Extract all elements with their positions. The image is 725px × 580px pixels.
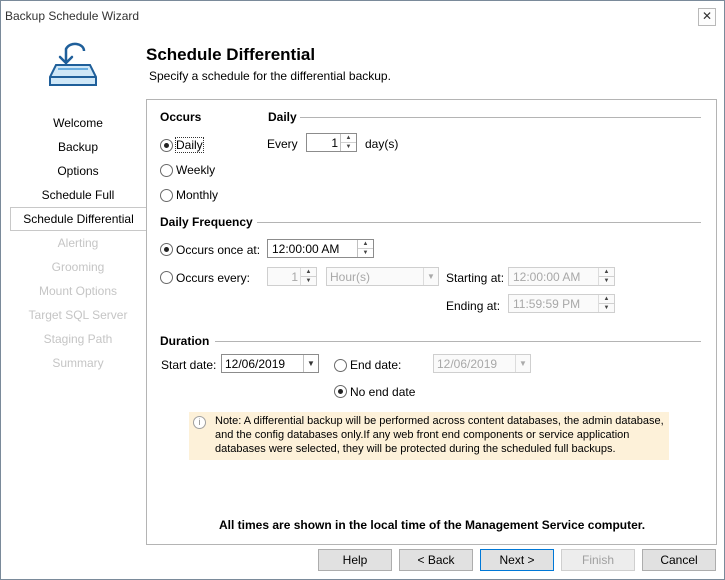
days-unit-label: day(s) (365, 137, 399, 151)
start-date-picker[interactable]: 12/06/2019 ▼ (221, 354, 319, 373)
occurs-once-time-spinner: ▲ ▼ (357, 240, 373, 257)
occurs-daily-radio[interactable] (160, 139, 173, 152)
starting-at-value: 12:00:00 AM (513, 270, 581, 284)
daily-divider (300, 117, 701, 118)
occurs-every-radio[interactable] (160, 271, 173, 284)
nav-item-alerting: Alerting (57, 236, 99, 250)
back-button[interactable]: < Back (399, 549, 473, 571)
duration-divider (215, 341, 701, 342)
finish-button: Finish (561, 549, 635, 571)
occurs-once-time-value: 12:00:00 AM (272, 242, 340, 256)
nav-item-summary: Summary (52, 356, 104, 370)
frequency-divider (257, 222, 701, 223)
ending-at-spinner: ▲ ▼ (598, 295, 614, 312)
occurs-once-time[interactable]: 12:00:00 AM ▲ ▼ (267, 239, 374, 258)
nav-item-options[interactable]: Options (10, 159, 146, 183)
occurs-once-radio[interactable] (160, 243, 173, 256)
starting-at-time[interactable]: 12:00:00 AM ▲ ▼ (508, 267, 615, 286)
finish-button-label: Finish (581, 553, 614, 567)
ending-at-time[interactable]: 11:59:59 PM ▲ ▼ (508, 294, 615, 313)
occurs-every-label[interactable]: Occurs every: (176, 271, 250, 285)
chevron-down-icon[interactable]: ▼ (303, 355, 318, 372)
nav-item-welcome[interactable]: Welcome (10, 111, 146, 135)
start-date-value: 12/06/2019 (225, 357, 286, 371)
wizard-steps-nav: Welcome Backup Options Schedule Full Sch… (10, 111, 146, 375)
help-button-label: Help (342, 553, 368, 567)
end-date-value: 12/06/2019 (437, 357, 498, 371)
end-date-picker[interactable]: 12/06/2019 ▼ (433, 354, 531, 373)
cancel-button[interactable]: Cancel (642, 549, 716, 571)
occurs-every-value: 1 (291, 270, 298, 284)
note-text: Note: A differential backup will be perf… (215, 415, 664, 455)
daily-frequency-section-title: Daily Frequency (160, 215, 253, 229)
spin-up-icon[interactable]: ▲ (599, 268, 614, 277)
spin-down-icon[interactable]: ▼ (599, 304, 614, 312)
every-days-spinner-buttons: ▲ ▼ (340, 134, 356, 151)
nav-item-mount-options: Mount Options (38, 284, 118, 298)
info-icon: i (193, 416, 206, 429)
chevron-down-icon[interactable]: ▼ (423, 268, 438, 285)
occurs-every-unit-select[interactable]: Hour(s) ▼ (326, 267, 439, 286)
nav-item-schedule-differential[interactable]: Schedule Differential (10, 207, 146, 231)
occurs-section-title: Occurs (160, 110, 202, 124)
spin-down-icon[interactable]: ▼ (599, 277, 614, 285)
time-zone-note: All times are shown in the local time of… (219, 518, 646, 532)
schedule-panel: Occurs Daily Weekly Monthly Daily Every … (146, 99, 717, 545)
spin-down-icon[interactable]: ▼ (358, 249, 373, 257)
end-date-label[interactable]: End date: (350, 358, 401, 372)
spin-up-icon[interactable]: ▲ (599, 295, 614, 304)
spin-up-icon[interactable]: ▲ (301, 268, 316, 277)
cancel-button-label: Cancel (660, 553, 698, 567)
page-subtitle: Specify a schedule for the differential … (149, 69, 391, 83)
nav-item-staging-path: Staging Path (43, 332, 113, 346)
window-title: Backup Schedule Wizard (5, 9, 140, 23)
occurs-monthly-label[interactable]: Monthly (176, 188, 218, 202)
start-date-label: Start date: (161, 358, 217, 372)
starting-at-spinner: ▲ ▼ (598, 268, 614, 285)
wizard-window: Backup Schedule Wizard ✕ Schedule Differ… (0, 0, 725, 580)
occurs-every-spinner-buttons: ▲ ▼ (300, 268, 316, 285)
next-button[interactable]: Next > (480, 549, 554, 571)
note-box: i Note: A differential backup will be pe… (189, 412, 669, 460)
close-button[interactable]: ✕ (698, 8, 716, 26)
daily-section-title: Daily (268, 110, 297, 124)
spin-up-icon[interactable]: ▲ (358, 240, 373, 249)
occurs-once-label[interactable]: Occurs once at: (176, 243, 260, 257)
nav-item-grooming: Grooming (51, 260, 105, 274)
chevron-down-icon[interactable]: ▼ (515, 355, 530, 372)
end-date-radio[interactable] (334, 359, 347, 372)
spin-up-icon[interactable]: ▲ (341, 134, 356, 143)
duration-section-title: Duration (160, 334, 210, 348)
occurs-every-spinner[interactable]: 1 ▲ ▼ (267, 267, 317, 286)
occurs-every-unit-value: Hour(s) (330, 270, 371, 284)
no-end-date-radio[interactable] (334, 385, 347, 398)
occurs-weekly-radio[interactable] (160, 164, 173, 177)
page-title: Schedule Differential (146, 45, 316, 64)
every-days-value: 1 (331, 136, 338, 150)
title-bar: Backup Schedule Wizard ✕ (1, 1, 724, 31)
ending-at-label: Ending at: (446, 299, 501, 313)
next-button-label: Next > (499, 553, 535, 567)
starting-at-label: Starting at: (446, 271, 505, 285)
every-days-label: Every (267, 137, 298, 151)
spin-down-icon[interactable]: ▼ (301, 277, 316, 285)
ending-at-value: 11:59:59 PM (513, 297, 581, 311)
help-button[interactable]: Help (318, 549, 392, 571)
no-end-date-label[interactable]: No end date (350, 385, 415, 399)
occurs-monthly-radio[interactable] (160, 189, 173, 202)
spin-down-icon[interactable]: ▼ (341, 143, 356, 151)
nav-item-target-sql-server: Target SQL Server (28, 308, 128, 322)
occurs-weekly-label[interactable]: Weekly (176, 163, 215, 177)
back-button-label: < Back (417, 553, 455, 567)
occurs-daily-label[interactable]: Daily (175, 137, 204, 153)
nav-item-backup[interactable]: Backup (10, 135, 146, 159)
nav-item-schedule-full[interactable]: Schedule Full (10, 183, 146, 207)
every-days-spinner[interactable]: 1 ▲ ▼ (306, 133, 357, 152)
backup-drive-icon (49, 42, 97, 86)
